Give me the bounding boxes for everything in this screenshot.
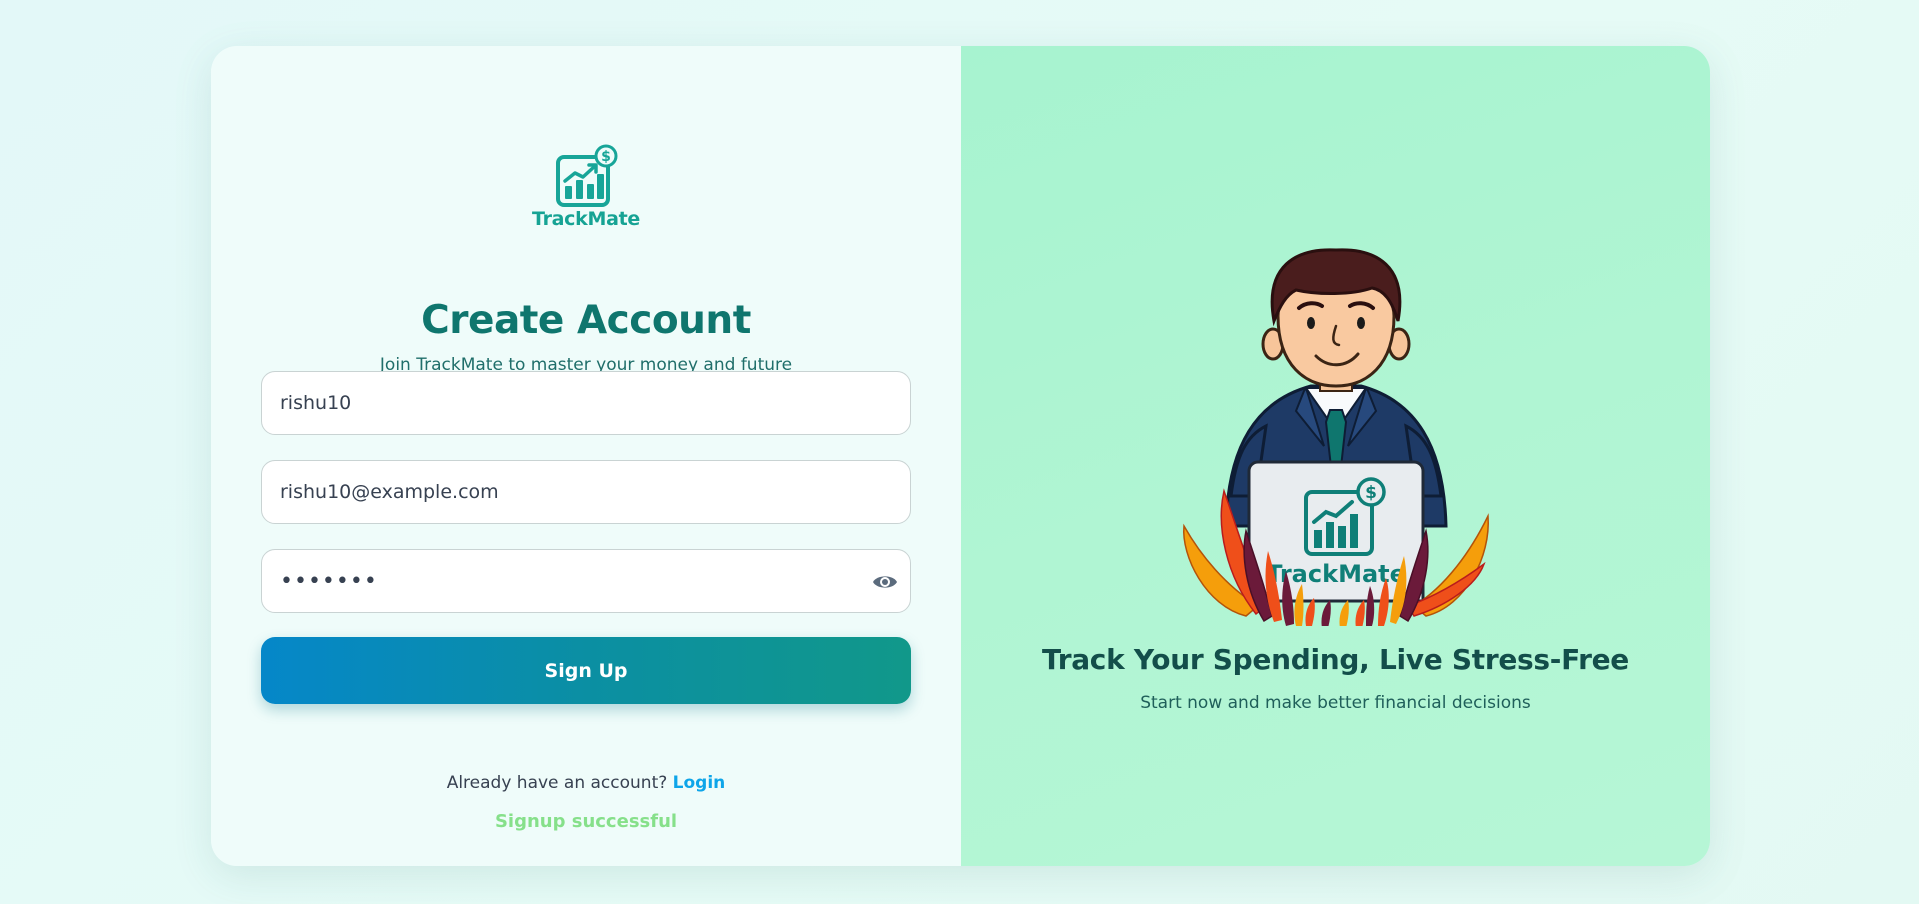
svg-text:$: $ (1365, 483, 1377, 503)
status-message: Signup successful (494, 811, 678, 832)
login-link[interactable]: Login (673, 773, 726, 793)
hero-panel: $ TrackMate Track Your Spending, Live St… (961, 46, 1710, 866)
username-input[interactable] (262, 372, 910, 434)
chart-growth-dollar-icon: $ (556, 144, 618, 207)
auth-card: $ TrackMate Create Account Join TrackMat… (211, 46, 1710, 866)
password-input[interactable] (262, 550, 910, 612)
page-title: Create Account (421, 298, 751, 343)
password-field (261, 549, 911, 613)
eye-icon[interactable] (872, 572, 898, 592)
brand-logo: $ TrackMate (211, 144, 961, 230)
brand-name: TrackMate (532, 208, 640, 230)
svg-text:$: $ (601, 149, 611, 165)
login-prompt-row: Already have an account? Login (211, 773, 961, 793)
login-prompt-text: Already have an account? (446, 773, 668, 793)
email-input[interactable] (262, 461, 910, 523)
username-field (261, 371, 911, 435)
email-field (261, 460, 911, 524)
signup-button[interactable]: Sign Up (261, 637, 911, 704)
signup-panel: $ TrackMate Create Account Join TrackMat… (211, 46, 961, 866)
businessman-with-laptop-illustration: $ TrackMate (1183, 248, 1489, 626)
hero-heading: Track Your Spending, Live Stress-Free (1041, 643, 1630, 676)
hero-subheading: Start now and make better financial deci… (1140, 693, 1531, 713)
